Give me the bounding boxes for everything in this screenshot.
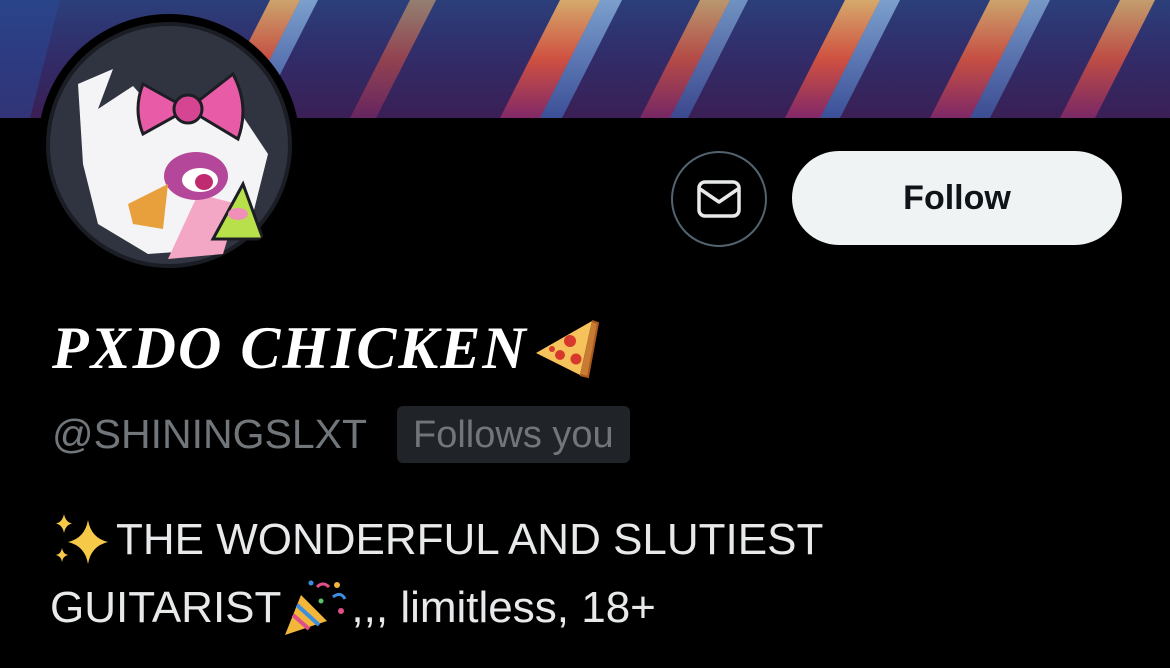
display-name: PXDO CHICKEN [52,308,600,388]
message-button[interactable] [671,151,767,247]
party-popper-emoji [285,580,347,635]
pizza-emoji [535,320,599,379]
sparkles-emoji [56,514,108,564]
follows-you-badge: Follows you [397,405,630,463]
follow-button-label: Follow [903,178,1011,217]
bio-text-guitarist: GUITARIST [50,583,282,632]
display-name-text: PXDO CHICKEN [52,314,528,381]
envelope-icon [697,180,741,218]
bio-line-1: THE WONDERFUL AND SLUTIEST [50,506,1130,574]
follow-button[interactable]: Follow [792,151,1122,245]
profile-avatar[interactable] [38,14,300,276]
profile-handle: @SHININGSLXT [52,410,368,457]
profile-bio: THE WONDERFUL AND SLUTIEST GUITARIST ,,,… [50,506,1130,642]
avatar-image [46,22,292,268]
bio-line-2: GUITARIST ,,, limitless, 18+ [50,574,1130,642]
bio-text-line-1: THE WONDERFUL AND SLUTIEST [116,515,824,564]
handle-row: @SHININGSLXT Follows you [52,400,630,468]
bio-text-limitless: ,,, limitless, 18+ [351,583,656,632]
